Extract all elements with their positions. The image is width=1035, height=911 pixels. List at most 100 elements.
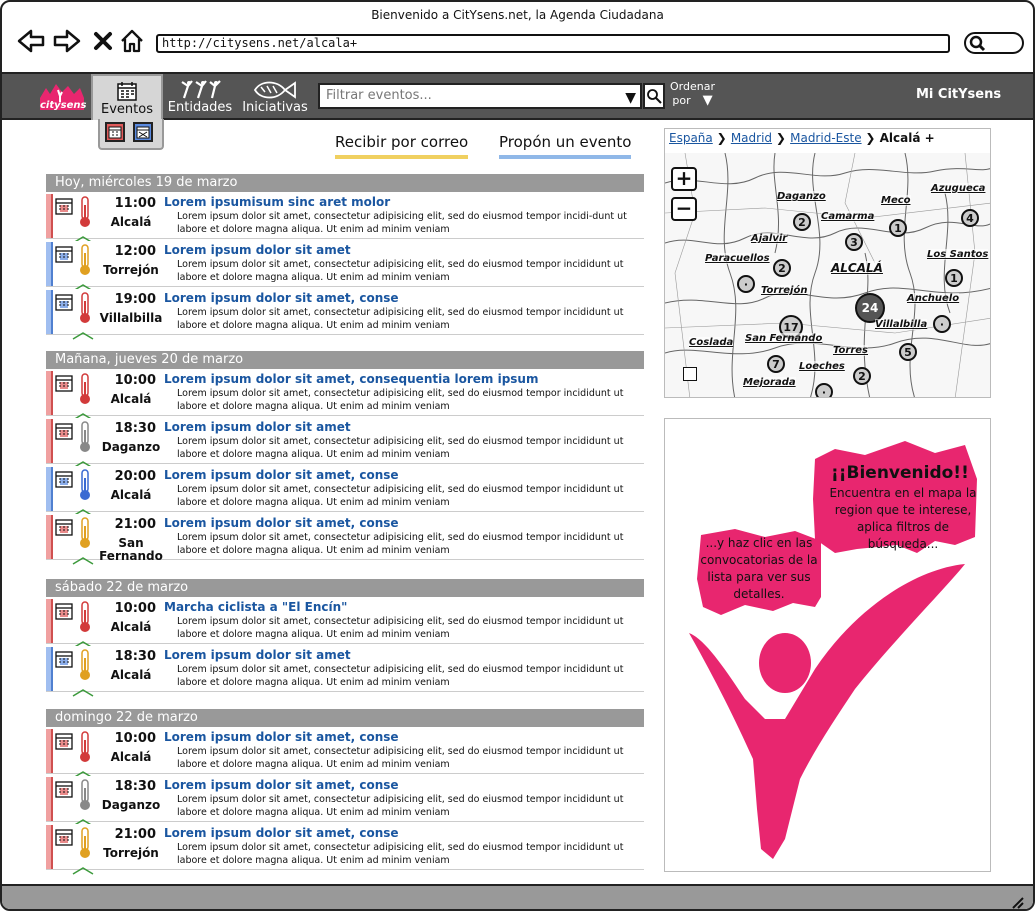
event-title-link[interactable]: Lorem ipsumisum sinc aret molor [164, 195, 390, 209]
calendar-view-icon[interactable] [105, 122, 125, 142]
event-row[interactable]: 10:00 Alcalá Marcha ciclista a "El Encín" L… [46, 598, 644, 649]
breadcrumb-madrid[interactable]: Madrid [731, 131, 772, 145]
chevron-up-icon[interactable] [72, 325, 94, 340]
map-event-count[interactable]: 3 [845, 233, 863, 251]
map-place-label[interactable]: Azugueca [931, 183, 986, 194]
event-title-link[interactable]: Marcha ciclista a "El Encín" [164, 600, 347, 614]
dropdown-arrow-icon[interactable]: ▼ [625, 87, 636, 109]
region-map[interactable]: España ❯ Madrid ❯ Madrid-Este ❯ Alcalá + [664, 128, 991, 398]
map-event-count[interactable]: · [737, 275, 755, 293]
chevron-up-icon[interactable] [72, 634, 94, 649]
map-event-count[interactable]: · [933, 315, 951, 333]
event-time: 11:00 [114, 196, 156, 211]
event-title-link[interactable]: Lorem ipsum dolor sit amet, conse [164, 468, 399, 482]
nav-iniciativas[interactable]: Iniciativas [240, 74, 310, 120]
map-place-label[interactable]: Meco [881, 195, 911, 206]
event-row[interactable]: 21:00 San Fernando Lorem ipsum dolor sit a… [46, 514, 644, 565]
event-row[interactable]: 12:00 Torrejón Lorem ipsum dolor sit amet L… [46, 241, 644, 292]
browser-search[interactable] [964, 32, 1024, 54]
map-place-label[interactable]: Mejorada [743, 377, 796, 388]
filter-search-button[interactable] [643, 83, 665, 109]
filter-events-input[interactable]: Filtrar eventos... ▼ [318, 83, 642, 109]
event-title-link[interactable]: Lorem ipsum dolor sit amet [164, 243, 351, 257]
zoom-out-button[interactable]: − [671, 197, 697, 221]
chevron-up-icon[interactable] [72, 550, 94, 565]
breadcrumb-madrid-este[interactable]: Madrid-Este [790, 131, 861, 145]
event-title-link[interactable]: Lorem ipsum dolor sit amet, conse [164, 730, 399, 744]
map-handle[interactable] [683, 367, 697, 381]
chevron-up-icon[interactable] [72, 764, 94, 779]
event-row[interactable]: 10:00 Alcalá Lorem ipsum dolor sit amet, c… [46, 370, 644, 421]
event-row[interactable]: 18:30 Daganzo Lorem ipsum dolor sit amet, … [46, 776, 644, 827]
event-description: Lorem ipsum dolor sit amet, consectetur … [177, 532, 624, 556]
map-event-count[interactable]: 1 [945, 269, 963, 287]
chevron-up-icon[interactable] [72, 229, 94, 244]
map-place-label[interactable]: Torrejón [761, 285, 808, 296]
close-icon[interactable] [88, 26, 118, 56]
chevron-up-icon[interactable] [72, 502, 94, 517]
map-place-label[interactable]: ALCALÁ [831, 261, 883, 275]
forward-icon[interactable] [52, 26, 82, 56]
view-mode-tabs [98, 119, 164, 150]
event-row[interactable]: 19:00 Villalbilla Lorem ipsum dolor sit am… [46, 289, 644, 340]
propon-evento-link[interactable]: Propón un evento [499, 133, 632, 159]
chevron-up-icon[interactable] [72, 812, 94, 827]
map-place-label[interactable]: Camarma [821, 211, 875, 222]
map-event-count[interactable]: 4 [961, 209, 979, 227]
map-event-count[interactable]: 1 [889, 219, 907, 237]
event-title-link[interactable]: Lorem ipsum dolor sit amet, conse [164, 826, 399, 840]
chevron-up-icon[interactable] [72, 277, 94, 292]
nav-entidades[interactable]: Entidades [167, 74, 233, 120]
back-icon[interactable] [16, 26, 46, 56]
zoom-in-button[interactable]: + [671, 167, 697, 191]
map-place-label[interactable]: Daganzo [777, 191, 826, 202]
map-place-label[interactable]: Paracuellos [705, 253, 770, 264]
url-bar[interactable]: http://citysens.net/alcala+ [156, 34, 950, 53]
event-title-link[interactable]: Lorem ipsum dolor sit amet [164, 420, 351, 434]
map-event-count[interactable]: 7 [767, 355, 785, 373]
resize-grip-icon[interactable] [1009, 894, 1025, 910]
map-place-label[interactable]: Villalbilla [875, 319, 928, 330]
map-place-label[interactable]: Anchuelo [907, 293, 960, 304]
chevron-up-icon[interactable] [72, 454, 94, 469]
event-row[interactable]: 18:30 Daganzo Lorem ipsum dolor sit amet Lo… [46, 418, 644, 469]
event-description: Lorem ipsum dolor sit amet, consectetur … [177, 842, 624, 866]
list-view-icon[interactable] [133, 122, 153, 142]
filter-placeholder: Filtrar eventos... [326, 88, 432, 103]
map-event-count[interactable]: 2 [773, 259, 791, 277]
recibir-por-correo-link[interactable]: Recibir por correo [335, 133, 469, 159]
event-row[interactable]: 10:00 Alcalá Lorem ipsum dolor sit amet, c… [46, 728, 644, 779]
mi-citysens-link[interactable]: Mi CitYsens [916, 87, 1001, 102]
event-description: Lorem ipsum dolor sit amet, consectetur … [177, 388, 624, 412]
map-place-label[interactable]: San Fernando [745, 333, 823, 344]
event-title-link[interactable]: Lorem ipsum dolor sit amet, conse [164, 516, 399, 530]
welcome-panel: ¡¡Bienvenido!! Encuentra en el mapa la r… [664, 418, 991, 872]
event-title-link[interactable]: Lorem ipsum dolor sit amet [164, 648, 351, 662]
event-row[interactable]: 18:30 Alcalá Lorem ipsum dolor sit amet Lor… [46, 646, 644, 697]
map-event-count[interactable]: 2 [853, 367, 871, 385]
map-place-label[interactable]: Loeches [799, 361, 845, 372]
map-place-label[interactable]: Coslada [689, 337, 734, 348]
event-title-link[interactable]: Lorem ipsum dolor sit amet, consequentia… [164, 372, 538, 386]
chevron-up-icon[interactable] [72, 406, 94, 421]
event-title-link[interactable]: Lorem ipsum dolor sit amet, conse [164, 291, 399, 305]
chevron-up-icon[interactable] [72, 860, 94, 875]
event-row[interactable]: 21:00 Torrejón Lorem ipsum dolor sit amet,… [46, 824, 644, 875]
map-event-count[interactable]: 2 [793, 213, 811, 231]
map-place-label[interactable]: Los Santos [927, 249, 989, 260]
map-event-count[interactable]: 5 [899, 343, 917, 361]
home-icon[interactable] [117, 26, 147, 56]
event-time: 18:30 [114, 421, 156, 436]
map-place-label[interactable]: Torres [833, 345, 868, 356]
event-row[interactable]: 20:00 Alcalá Lorem ipsum dolor sit amet, c… [46, 466, 644, 517]
map-event-count[interactable]: · [815, 383, 833, 397]
chevron-down-icon: ▼ [702, 93, 713, 108]
nav-eventos[interactable]: Eventos [91, 74, 163, 120]
citysens-logo[interactable]: citysens [36, 80, 88, 116]
map-place-label[interactable]: Ajalvir [751, 233, 788, 244]
sort-by-menu[interactable]: Ordenar por ▼ [670, 80, 715, 108]
breadcrumb-espana[interactable]: España [669, 131, 713, 145]
event-title-link[interactable]: Lorem ipsum dolor sit amet, conse [164, 778, 399, 792]
chevron-up-icon[interactable] [72, 682, 94, 697]
event-row[interactable]: 11:00 Alcalá Lorem ipsumisum sinc aret mol… [46, 193, 644, 244]
